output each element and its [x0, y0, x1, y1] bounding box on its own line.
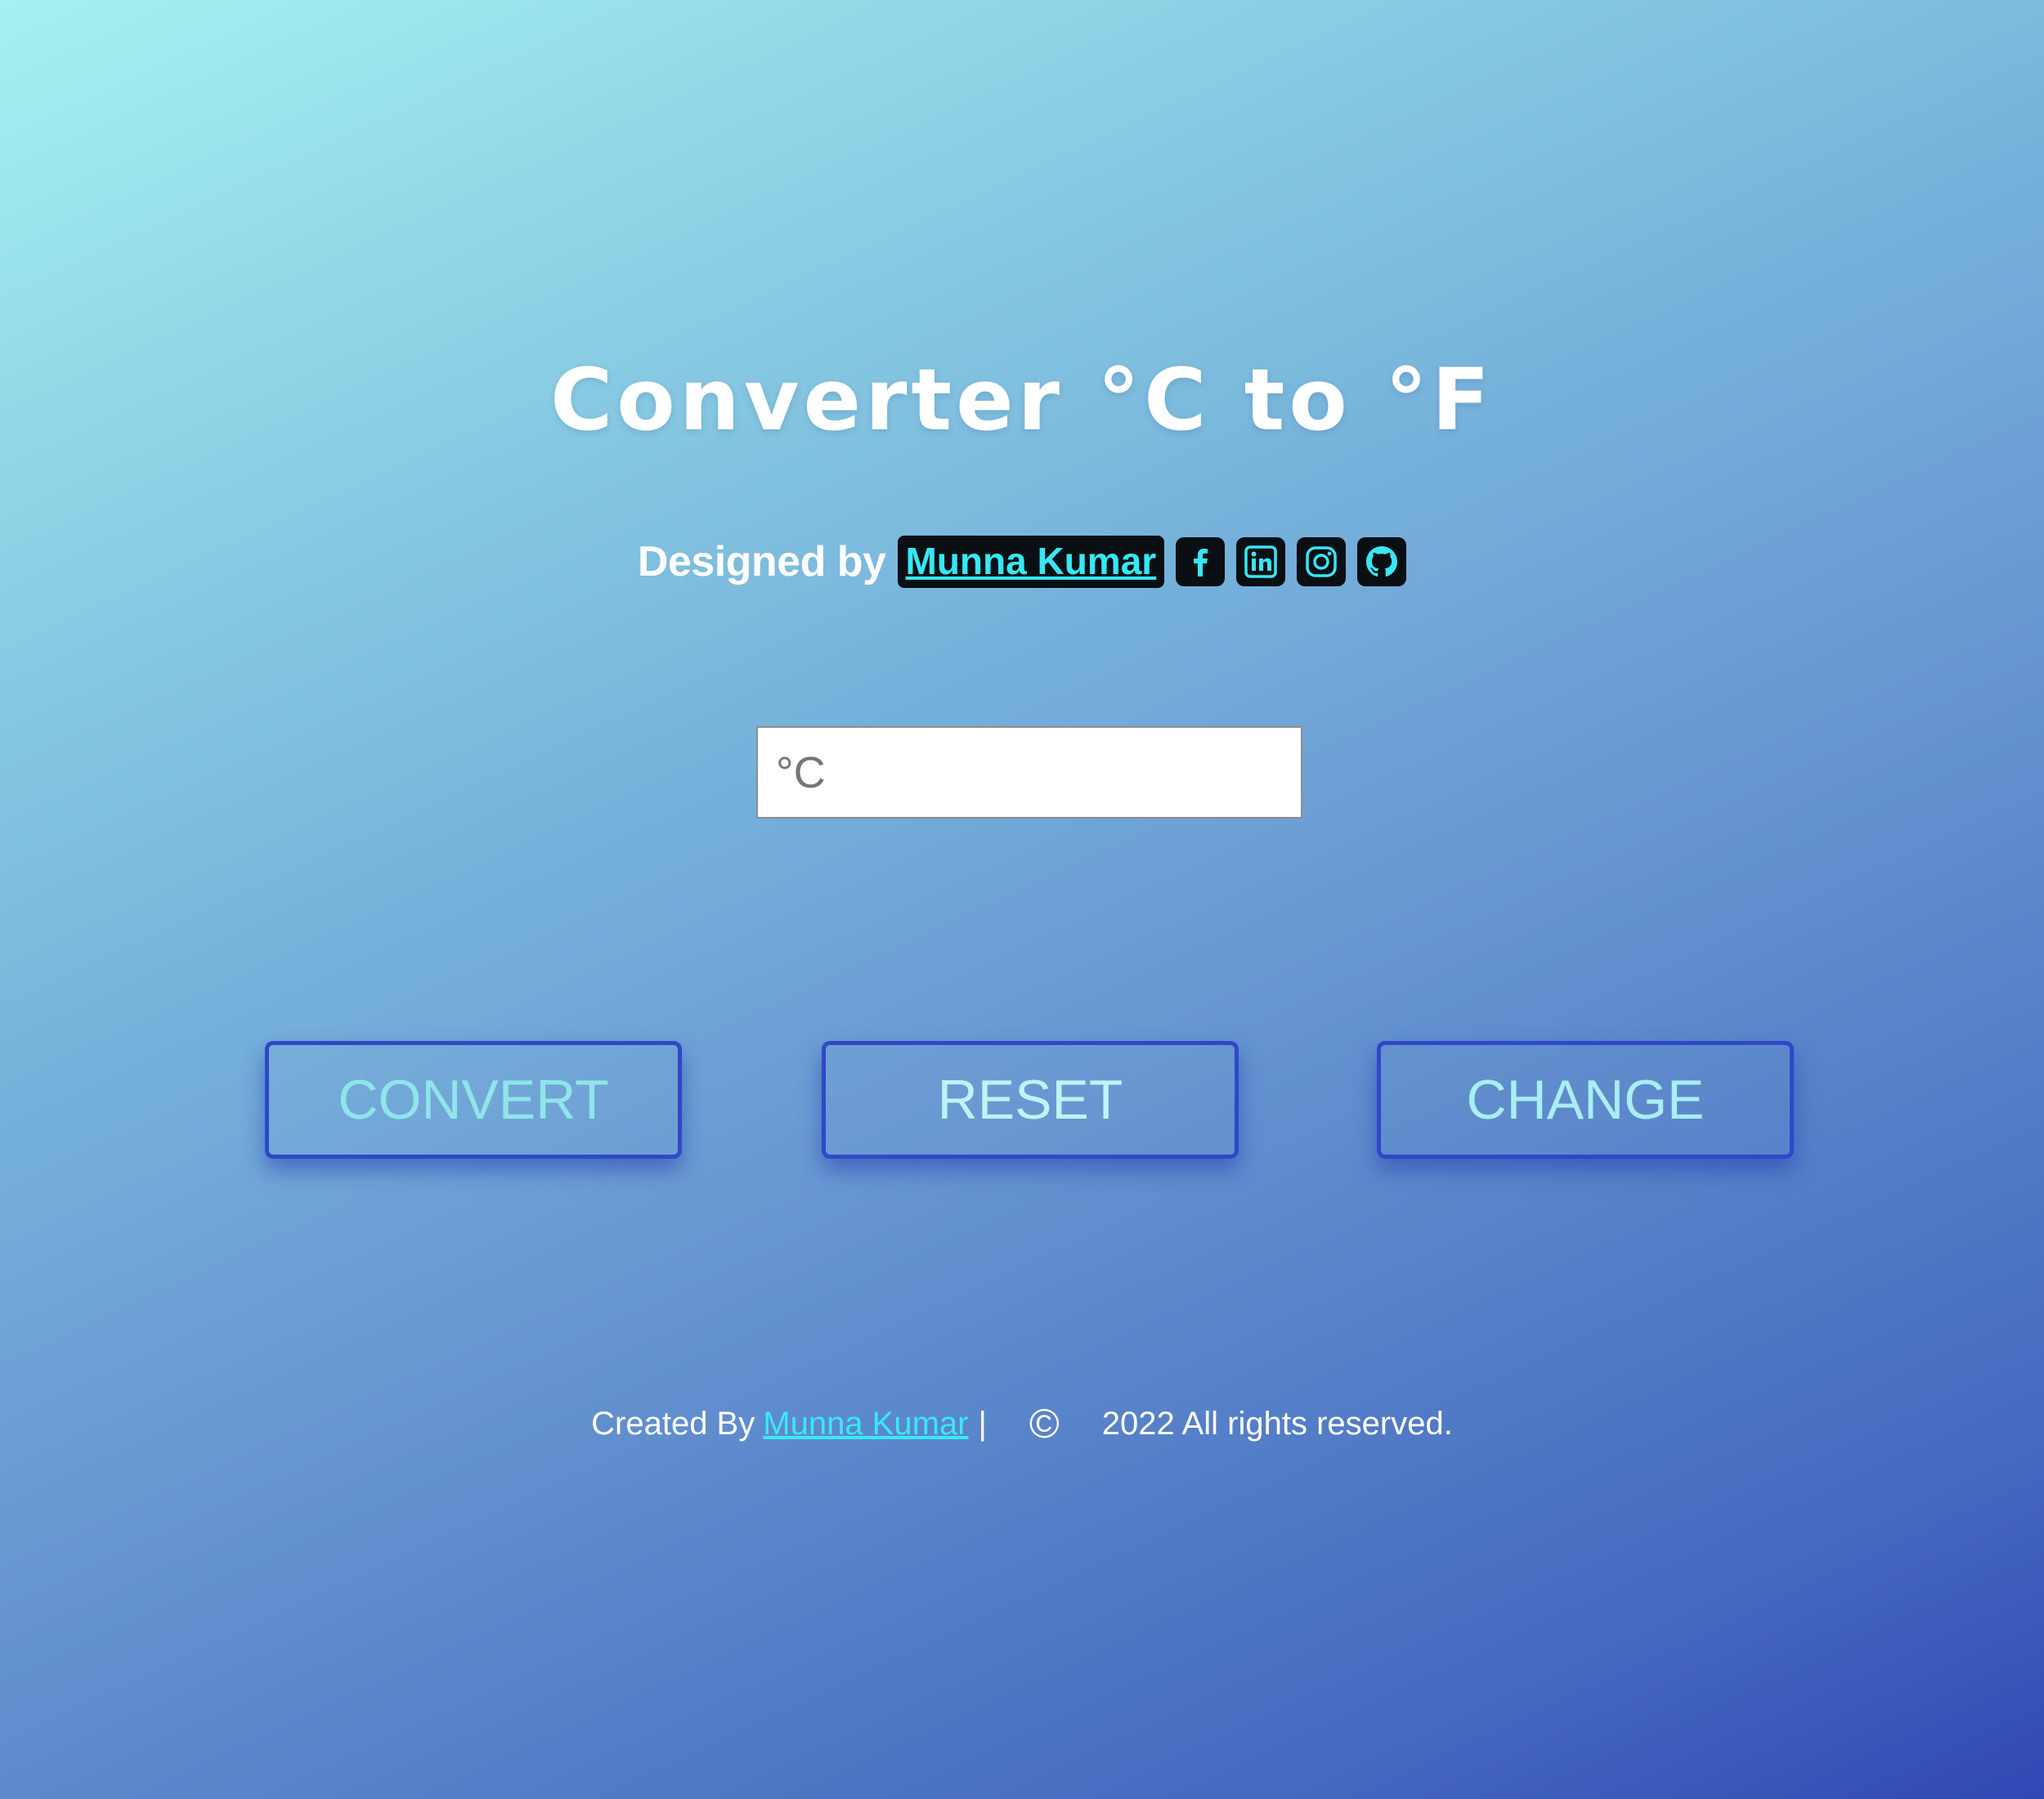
- instagram-glyph: [1306, 546, 1337, 577]
- instagram-icon[interactable]: [1297, 537, 1347, 586]
- linkedin-icon[interactable]: [1236, 537, 1286, 586]
- github-icon[interactable]: [1357, 537, 1407, 586]
- designed-by-label: Designed by: [637, 538, 886, 585]
- facebook-glyph: [1194, 549, 1208, 576]
- page-title: Converter °C to °F: [549, 350, 1495, 450]
- footer-created-by-label: Created By: [591, 1405, 755, 1442]
- footer-separator: |: [978, 1405, 987, 1442]
- copyright-icon: ©: [1029, 1401, 1060, 1447]
- celsius-input[interactable]: [756, 726, 1302, 819]
- convert-button[interactable]: CONVERT: [265, 1041, 682, 1159]
- facebook-icon[interactable]: [1176, 537, 1226, 586]
- footer-author-link[interactable]: Munna Kumar: [763, 1406, 968, 1442]
- designer-name-link[interactable]: Munna Kumar: [897, 536, 1165, 588]
- github-glyph: [1366, 546, 1398, 577]
- linkedin-glyph: [1244, 545, 1277, 578]
- reset-button[interactable]: RESET: [822, 1041, 1239, 1159]
- designer-credit: Designed by Munna Kumar: [0, 536, 2044, 588]
- footer: Created By Munna Kumar | © 2022 All righ…: [0, 1400, 2044, 1447]
- footer-rights-text: 2022 All rights reserved.: [1101, 1405, 1453, 1442]
- change-button[interactable]: CHANGE: [1377, 1041, 1794, 1159]
